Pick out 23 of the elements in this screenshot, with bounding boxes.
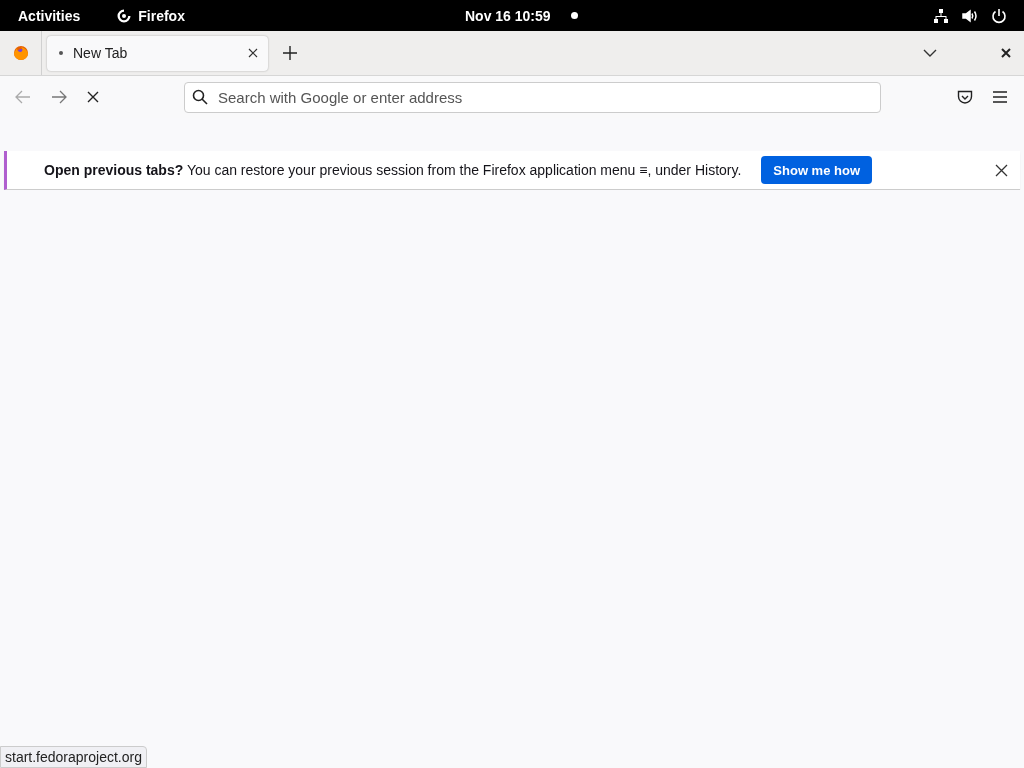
notification-message: Open previous tabs? You can restore your previous session from the Firefox application menu ≡, under History. [44,162,742,178]
app-menu-label[interactable]: Firefox [138,7,185,24]
forward-arrow-icon[interactable] [51,90,67,104]
show-me-how-button[interactable]: Show me how [761,156,872,184]
menu-icon[interactable] [993,91,1007,103]
status-url: start.fedoraproject.org [0,746,147,768]
clock[interactable]: Nov 16 10:59 [465,7,551,24]
chevron-down-icon[interactable] [923,49,937,57]
address-bar[interactable]: Search with Google or enter address [184,81,881,113]
power-icon[interactable] [991,7,1007,24]
activities-button[interactable]: Activities [18,7,81,24]
browser-tab[interactable]: New Tab [47,35,268,71]
close-icon[interactable] [248,48,258,58]
search-icon [192,88,208,105]
network-icon[interactable] [933,7,949,24]
new-tab-icon[interactable] [283,46,297,60]
volume-icon[interactable] [961,7,979,24]
close-icon[interactable] [1001,48,1011,58]
pocket-icon[interactable] [957,89,973,105]
loading-icon [59,51,63,55]
notification-dot-icon [570,12,578,19]
close-icon[interactable] [995,163,1008,177]
stop-icon[interactable] [87,91,99,103]
